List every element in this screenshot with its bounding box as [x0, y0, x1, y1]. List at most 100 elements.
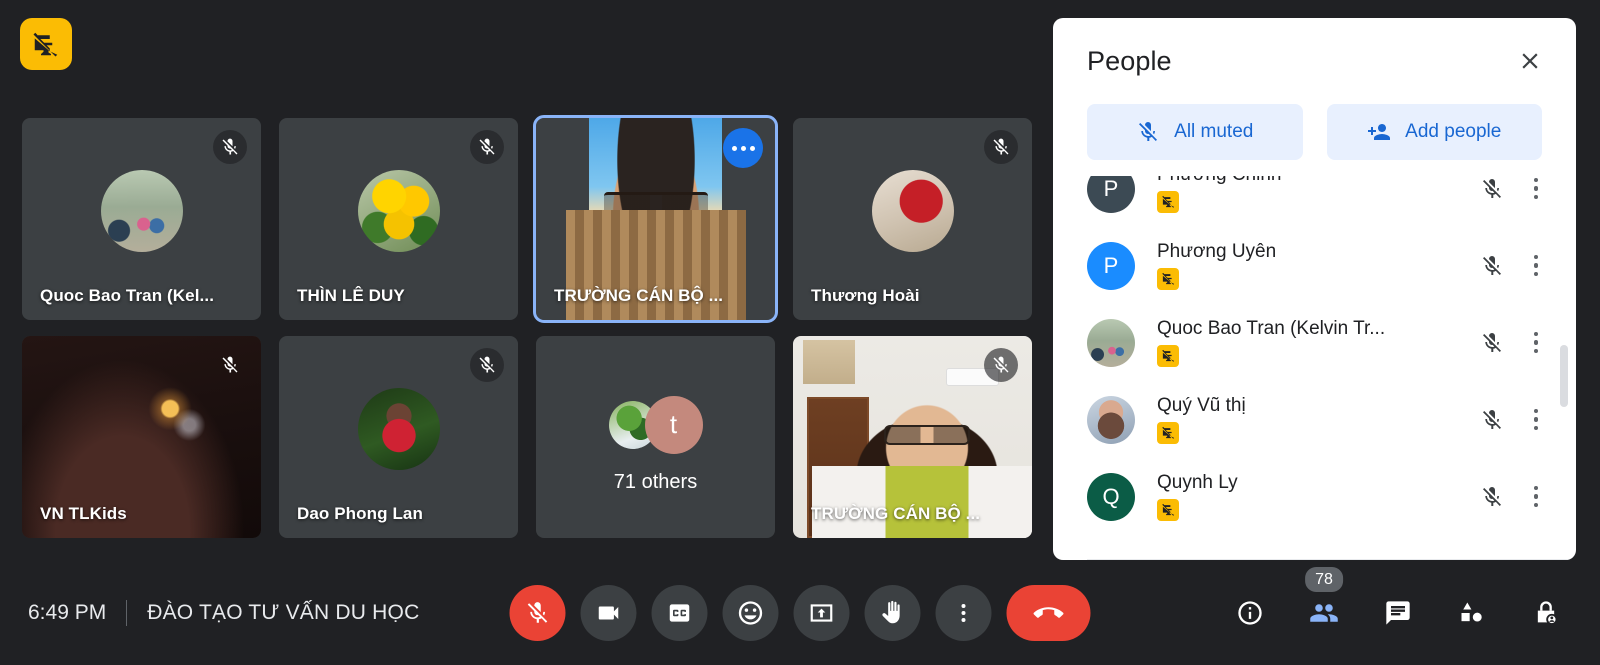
participant-mic-off-icon[interactable] [1470, 254, 1514, 278]
participant-info: Phương Chinh [1157, 176, 1470, 213]
presentation-off-icon [1161, 350, 1174, 363]
participant-mic-off-icon[interactable] [1470, 408, 1514, 432]
tile-name: TRƯỜNG CÁN BỘ ... [811, 504, 981, 523]
participant-row[interactable]: P Phương Chinh [1087, 176, 1576, 227]
mic-off-icon [470, 348, 504, 382]
mic-toggle-button[interactable] [509, 585, 566, 641]
people-icon [1310, 604, 1338, 622]
close-icon [1522, 53, 1538, 69]
meeting-title: ĐÀO TẠO TƯ VẤN DU HỌC [147, 601, 420, 624]
emoji-icon [738, 601, 763, 625]
tile-name: VN TLKids [40, 504, 127, 523]
participant-name: Phương Uyên [1157, 241, 1277, 263]
mic-off-icon [1483, 486, 1501, 506]
participant-count-badge: 78 [1305, 567, 1343, 593]
avatar [357, 387, 440, 470]
chat-button[interactable] [1378, 593, 1418, 633]
avatar-stack: t [608, 395, 703, 454]
participant-row[interactable]: Quý Vũ thị [1087, 381, 1576, 458]
presentation-off-badge [1157, 267, 1179, 290]
mic-off-icon [1483, 332, 1501, 352]
presentation-off-icon [33, 32, 58, 57]
participant-more-button[interactable] [1514, 408, 1558, 431]
camera-toggle-button[interactable] [580, 585, 637, 641]
present-screen-icon [810, 604, 833, 622]
avatar: Q [1087, 472, 1135, 521]
participant-row[interactable]: P Phương Uyên [1087, 227, 1576, 304]
tile-name: Quoc Bao Tran (Kel... [40, 286, 215, 305]
end-call-button[interactable] [1006, 585, 1091, 641]
participant-info: Quoc Bao Tran (Kelvin Tr... [1157, 318, 1470, 367]
avatar [100, 169, 183, 252]
reactions-button[interactable] [722, 585, 779, 641]
avatar-initial: P [1103, 176, 1119, 201]
overflow-count-label: 71 others [613, 471, 698, 494]
right-toolbar: 78 [1230, 567, 1566, 633]
mic-off-icon [213, 348, 247, 382]
raise-hand-icon [882, 600, 900, 624]
mic-off-icon [527, 602, 548, 623]
participant-row[interactable]: Quoc Bao Tran (Kelvin Tr... [1087, 304, 1576, 381]
scrollbar-thumb[interactable] [1560, 344, 1568, 407]
activities-icon [1461, 602, 1482, 622]
participant-name: Phương Chinh [1157, 176, 1470, 186]
activities-button[interactable] [1452, 593, 1492, 633]
mic-off-icon [984, 348, 1018, 382]
tile-name: TRƯỜNG CÁN BỘ ... [554, 286, 724, 305]
divider [126, 600, 128, 626]
people-list[interactable]: P Phương Chinh P [1053, 176, 1576, 560]
avatar [871, 169, 954, 252]
close-panel-button[interactable] [1510, 41, 1550, 81]
video-tile-active[interactable]: TRƯỜNG CÁN BỘ ... [533, 115, 778, 323]
raise-hand-button[interactable] [864, 585, 921, 641]
all-muted-button[interactable]: All muted [1087, 104, 1303, 160]
meet-app: Quoc Bao Tran (Kel... THÌN LÊ DUY TRƯỜNG… [0, 0, 1600, 665]
add-people-button[interactable]: Add people [1326, 104, 1542, 160]
mic-off-icon [1483, 178, 1501, 198]
avatar [1087, 318, 1135, 367]
video-tile[interactable]: VN TLKids [22, 336, 261, 538]
people-button[interactable]: 78 [1304, 567, 1344, 633]
avatar-initial: P [1103, 252, 1119, 278]
more-options-icon [961, 604, 966, 622]
tile-name: Thương Hoài [811, 286, 920, 305]
overflow-participants-tile[interactable]: t 71 others [536, 336, 775, 538]
tile-more-options-button[interactable] [723, 128, 763, 168]
call-controls [509, 585, 1091, 641]
participant-mic-off-icon[interactable] [1470, 485, 1514, 509]
presentation-off-badge [1157, 344, 1179, 367]
participant-more-button[interactable] [1514, 177, 1558, 200]
avatar-initial: Q [1102, 483, 1120, 509]
video-tile[interactable]: TRƯỜNG CÁN BỘ ... [793, 336, 1032, 538]
participant-info: Quynh Ly [1157, 472, 1470, 521]
video-tile[interactable]: Dao Phong Lan [279, 336, 518, 538]
people-list-scrollbar[interactable] [1560, 176, 1570, 560]
participant-mic-off-icon[interactable] [1470, 331, 1514, 355]
presentation-off-badge [1157, 190, 1179, 213]
video-tile-grid: Quoc Bao Tran (Kel... THÌN LÊ DUY TRƯỜNG… [22, 115, 1032, 538]
people-panel-title: People [1087, 45, 1172, 76]
all-muted-label: All muted [1174, 121, 1254, 142]
add-person-icon [1368, 124, 1391, 140]
participant-more-button[interactable] [1514, 254, 1558, 277]
tile-name: THÌN LÊ DUY [297, 286, 405, 305]
participant-more-button[interactable] [1514, 331, 1558, 354]
video-tile[interactable]: Quoc Bao Tran (Kel... [22, 118, 261, 320]
video-tile[interactable]: THÌN LÊ DUY [279, 118, 518, 320]
presentation-off-icon [1161, 196, 1174, 209]
present-button[interactable] [793, 585, 850, 641]
participant-row[interactable]: Q Quynh Ly [1087, 458, 1576, 535]
meeting-details-button[interactable] [1230, 593, 1270, 633]
presentation-off-icon [1161, 427, 1174, 440]
video-tile[interactable]: Thương Hoài [793, 118, 1032, 320]
meeting-meta: 6:49 PM ĐÀO TẠO TƯ VẤN DU HỌC [28, 600, 419, 626]
meeting-time: 6:49 PM [28, 601, 107, 624]
participant-mic-off-icon[interactable] [1470, 177, 1514, 201]
end-call-icon [1033, 607, 1064, 618]
participant-more-button[interactable] [1514, 485, 1558, 508]
more-options-button[interactable] [935, 585, 992, 641]
avatar [357, 169, 440, 252]
captions-button[interactable] [651, 585, 708, 641]
host-controls-button[interactable] [1526, 593, 1566, 633]
mic-off-icon [470, 130, 504, 164]
